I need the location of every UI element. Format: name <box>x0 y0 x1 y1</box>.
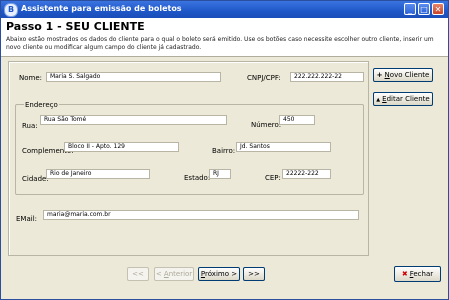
maximize-button[interactable]: □ <box>418 3 430 15</box>
cidade-label: Cidade: <box>22 175 49 183</box>
page-description: Abaixo estão mostrados os dados do clien… <box>6 36 434 51</box>
numero-label: Número: <box>251 121 282 129</box>
complemento-field[interactable]: Bloco II - Apto. 129 <box>64 142 179 152</box>
close-x-icon: ✖ <box>401 270 408 278</box>
fechar-button[interactable]: ✖ Fechar <box>394 266 441 282</box>
editar-cliente-button[interactable]: ▲ Editar Cliente <box>373 92 433 106</box>
endereco-legend: Endereço <box>24 101 59 109</box>
client-panel: Nome: Maria S. Salgado CNPJ/CPF: 222.222… <box>8 61 369 256</box>
email-field[interactable]: maria@maria.com.br <box>43 210 359 220</box>
app-icon: B <box>4 3 18 17</box>
last-button[interactable]: >> <box>243 267 265 281</box>
bairro-label: Bairro: <box>212 147 236 155</box>
first-button[interactable]: << <box>127 267 149 281</box>
previous-button[interactable]: < Anterior <box>154 267 194 281</box>
cep-field[interactable]: 22222-222 <box>282 169 331 179</box>
cidade-field[interactable]: Rio de Janeiro <box>46 169 150 179</box>
novo-cliente-button[interactable]: + Novo Cliente <box>373 68 433 82</box>
plus-icon: + <box>376 71 383 79</box>
nome-field[interactable]: Maria S. Salgado <box>46 72 221 82</box>
cep-label: CEP: <box>265 174 281 182</box>
close-window-button[interactable]: ✕ <box>432 3 444 15</box>
cnpj-label: CNPJ/CPF: <box>247 74 281 82</box>
numero-field[interactable]: 450 <box>279 115 315 125</box>
estado-field[interactable]: RJ <box>209 169 231 179</box>
rua-field[interactable]: Rua São Tomé <box>40 115 227 125</box>
title-bar[interactable]: B Assistente para emissão de boletos _ □… <box>1 1 448 18</box>
app-window: B Assistente para emissão de boletos _ □… <box>0 0 449 300</box>
nome-label: Nome: <box>19 74 43 82</box>
rua-label: Rua: <box>22 122 38 130</box>
window-title: Assistente para emissão de boletos <box>21 4 182 13</box>
cnpj-field[interactable]: 222.222.222-22 <box>290 72 364 82</box>
page-title: Passo 1 - SEU CLIENTE <box>6 20 145 33</box>
wizard-header: Passo 1 - SEU CLIENTE Abaixo estão mostr… <box>1 18 448 57</box>
minimize-button[interactable]: _ <box>404 3 416 15</box>
email-label: EMail: <box>16 215 37 223</box>
endereco-group: Endereço Rua: Rua São Tomé Número: 450 C… <box>15 101 364 195</box>
edit-icon: ▲ <box>376 97 381 103</box>
next-button[interactable]: Próximo > <box>198 267 240 281</box>
estado-label: Estado: <box>184 174 211 182</box>
bairro-field[interactable]: Jd. Santos <box>236 142 331 152</box>
